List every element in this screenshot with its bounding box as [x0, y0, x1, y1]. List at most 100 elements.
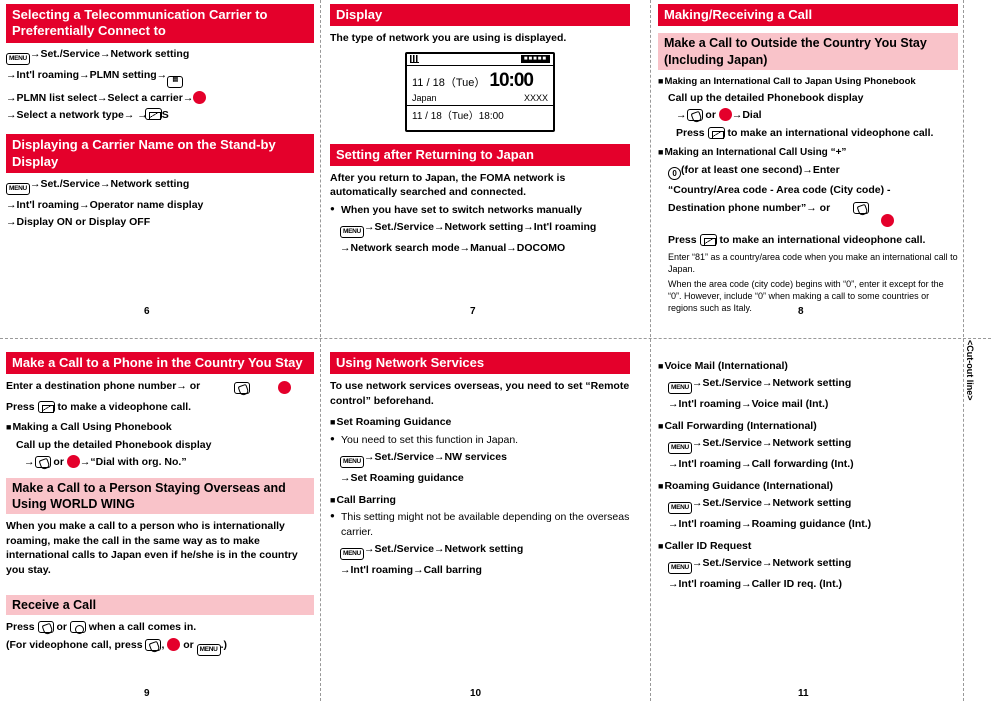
page-11: Voice Mail (International) MENU→Set./Ser…: [658, 356, 958, 699]
antenna-icon: [410, 55, 419, 64]
menu-key-icon: MENU: [6, 182, 30, 195]
p11-block-2: Roaming Guidance (International) MENU→Se…: [658, 479, 958, 532]
p8-blk2-line-1: 0 (for at least one second)→Enter: [658, 163, 958, 181]
p11-block-2-line-1-text: →Set./Service→Network setting: [691, 497, 852, 510]
p9-section-2-body: When you make a call to a person who is …: [6, 520, 298, 576]
p10-blk-2: Call Barring: [330, 493, 630, 507]
page-7: Display The type of network you are usin…: [330, 4, 630, 317]
p6-s2-step-3: →Display ON or Display OFF: [6, 216, 151, 229]
select-key-icon: [66, 455, 80, 469]
p11-block-0-line-1: MENU →Set./Service→Network setting: [658, 376, 958, 395]
call-key-icon: [686, 109, 703, 122]
p9-blk-1: Making a Call Using Phonebook: [6, 420, 314, 434]
p11-block-3-title: Caller ID Request: [658, 539, 958, 553]
call-key-icon: [34, 456, 51, 469]
p6-step-1: MENU →Set./Service→Network setting: [6, 47, 314, 65]
page-8: Making/Receiving a Call Make a Call to O…: [658, 4, 958, 317]
p9-title: Make a Call to a Phone in the Country Yo…: [6, 352, 314, 375]
zero-key-icon: 0: [668, 167, 681, 181]
p9-section-2-title: Make a Call to a Person Staying Overseas…: [6, 477, 314, 515]
call-key-icon: [853, 202, 869, 215]
p7-step-2: →Network search mode→Manual→DOCOMO: [340, 242, 566, 255]
phone-date: 11 / 18（Tue）: [412, 76, 486, 89]
menu-key-icon: MENU: [340, 226, 364, 239]
cutout-label: <Cut-out line>: [965, 340, 975, 401]
p11-block-2-line-1: MENU →Set./Service→Network setting: [658, 496, 958, 515]
p7-section-2: Setting after Returning to Japan After y…: [330, 143, 630, 256]
select-key-icon: [193, 90, 207, 104]
p10-blk1-line-2: →Set Roaming guidance: [340, 472, 464, 485]
p8-blk2-line-3: Destination phone number”→ or: [658, 201, 958, 215]
p8-section-1-title: Make a Call to Outside the Country You S…: [658, 33, 958, 70]
call-key-icon: [145, 638, 162, 651]
p8-title: Making/Receiving a Call: [658, 4, 958, 27]
p11-block-3-line-2: →Int'l roaming→Caller ID req. (Int.): [668, 578, 843, 591]
p6-steps: MENU →Set./Service→Network setting →Int'l…: [6, 47, 314, 121]
page-6: Selecting a Telecommunication Carrier to…: [6, 4, 314, 317]
page-title: Selecting a Telecommunication Carrier to…: [6, 4, 314, 43]
p10-title: Using Network Services: [330, 352, 630, 375]
p8-blk2-line-1-text: (for at least one second)→Enter: [681, 164, 840, 177]
p11-block-3-line-1-text: →Set./Service→Network setting: [691, 557, 852, 570]
page-10: Using Network Services To use network se…: [330, 352, 630, 699]
menu-key-icon: MENU: [668, 442, 692, 455]
p6-step-3-text: →PLMN list select→Select a carrier→: [6, 91, 194, 104]
phone-country-label: Japan: [412, 92, 437, 103]
p10-blk2-line-1: MENU →Set./Service→Network setting: [330, 542, 630, 561]
p8-note-2: When the area code (city code) begins wi…: [668, 278, 944, 314]
p7-step-1: MENU →Set./Service→Network setting→Int'l …: [330, 220, 630, 239]
p6-section-2: Displaying a Carrier Name on the Stand-b…: [6, 134, 314, 229]
p6-step-1-text: →Set./Service→Network setting: [29, 47, 190, 60]
p11-block-1-line-2: →Int'l roaming→Call forwarding (Int.): [668, 458, 854, 471]
call-key-icon: [234, 381, 250, 394]
p6-step-3: →PLMN list select→Select a carrier→: [6, 90, 314, 105]
network-badge: ■■■■■: [520, 55, 550, 64]
p10-blk2-bullet: This setting might not be available depe…: [330, 510, 630, 539]
select-key-icon: [881, 214, 894, 228]
mail-key-icon: [145, 108, 162, 121]
p8-blk1-line-3: Press to make an international videophon…: [676, 126, 934, 139]
p11-block-1: Call Forwarding (International) MENU→Set…: [658, 419, 958, 472]
menu-key-icon: MENU: [340, 456, 364, 469]
menu-key-icon: MENU: [668, 502, 692, 515]
mail-key-icon: [699, 234, 717, 247]
p8-blk2-line-3-text: Destination phone number”→ or: [668, 201, 831, 214]
p11-block-0-line-1-text: →Set./Service→Network setting: [691, 377, 852, 390]
p10-blk1-line-1: MENU →Set./Service→NW services: [330, 450, 630, 469]
p7-intro: The type of network you are using is dis…: [330, 32, 567, 45]
page-number-9: 9: [144, 688, 150, 699]
p10-intro: To use network services overseas, you ne…: [330, 380, 630, 407]
page-9: Make a Call to a Phone in the Country Yo…: [6, 352, 314, 699]
p11-block-1-title: Call Forwarding (International): [658, 419, 958, 433]
phone-screen-illustration: ■■■■■ 11 / 18（Tue） 10:00 Japan XXXX 11 /…: [405, 51, 555, 132]
p10-blk1-bullet: You need to set this function in Japan.: [330, 433, 630, 447]
p7-section-2-title: Setting after Returning to Japan: [330, 143, 630, 166]
p6-step-2: →Int'l roaming→PLMN setting→ ▤: [6, 68, 314, 88]
p10-blk1-line-1-text: →Set./Service→NW services: [363, 451, 507, 464]
cutout-line: [963, 0, 964, 701]
p8-note-1: Enter “81” as a country/area code when y…: [668, 251, 958, 274]
p8-blk1-line-1: Call up the detailed Phonebook display: [668, 91, 864, 104]
p9-section-3-title: Receive a Call: [6, 595, 314, 616]
p10-blk-1: Set Roaming Guidance: [330, 415, 630, 429]
column-divider-1: [320, 0, 321, 701]
mail-key-icon: [37, 400, 55, 413]
p10-blk2-line-1-text: →Set./Service→Network setting: [363, 543, 524, 556]
menu-key-icon: MENU: [668, 562, 692, 575]
menu-key-icon: MENU: [6, 52, 30, 65]
p8-blk2-line-4: Press to make an international videophon…: [668, 234, 926, 247]
call-key-icon: [37, 621, 54, 634]
menu-key-icon: MENU: [340, 548, 364, 561]
p9-s3-line-2: (For videophone call, press , or MENU.): [6, 637, 314, 656]
phone-bottom-datetime: 11 / 18（Tue）18:00: [412, 110, 504, 122]
column-divider-2: [650, 0, 651, 701]
select-key-icon: [167, 637, 181, 651]
phone-statusbar: ■■■■■: [407, 54, 553, 66]
p11-block-1-line-1: MENU →Set./Service→Network setting: [658, 436, 958, 455]
phone-datetime-row: 11 / 18（Tue） 10:00: [407, 66, 553, 92]
phone-time: 10:00: [489, 69, 534, 91]
p7-step-1-text: →Set./Service→Network setting→Int'l roam…: [363, 221, 597, 234]
p6-s2-step-1-text: →Set./Service→Network setting: [29, 177, 190, 190]
p9-line-1-text: Enter a destination phone number→ or: [6, 380, 201, 393]
center-key-icon: [69, 621, 86, 634]
